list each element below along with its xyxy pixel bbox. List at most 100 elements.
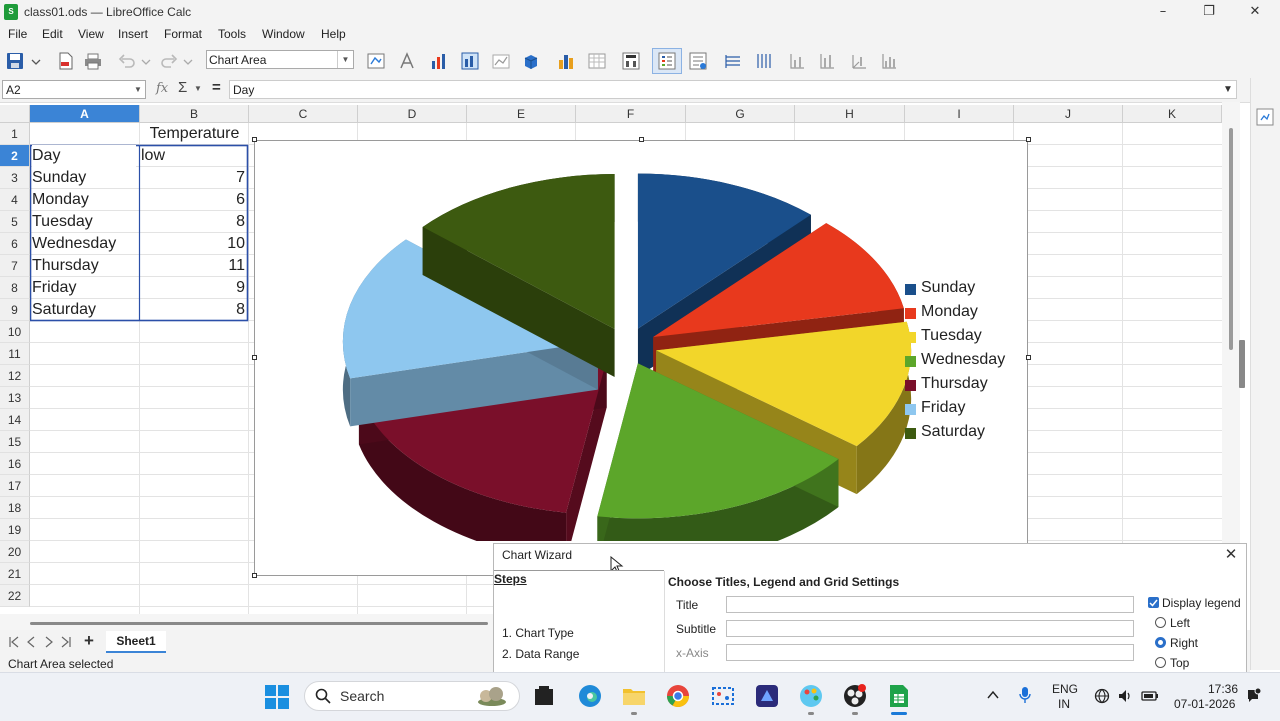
undo-dropdown-icon[interactable] [140,52,152,70]
horizontal-grids-icon[interactable] [724,52,742,70]
row-header[interactable]: 3 [0,167,30,189]
x-axis-input[interactable] [726,644,1134,661]
table-row[interactable]: Saturday [32,299,136,321]
notification-icon[interactable] [1245,688,1261,704]
microphone-icon[interactable] [1018,686,1032,704]
column-header-k[interactable]: K [1123,105,1222,123]
menu-window[interactable]: Window [262,27,305,41]
formula-input[interactable]: Day [229,80,1237,99]
cell-a2[interactable]: Day [32,145,136,167]
data-table-icon[interactable] [588,52,606,70]
task-view-icon[interactable] [531,683,557,709]
chevron-down-icon[interactable]: ▼ [194,84,202,93]
redo-dropdown-icon[interactable] [182,52,194,70]
row-header[interactable]: 1 [0,123,30,145]
legend-right-radio[interactable] [1155,637,1166,648]
windows-start-icon[interactable] [264,684,290,710]
row-header[interactable]: 16 [0,453,30,475]
row-header[interactable]: 8 [0,277,30,299]
row-header[interactable]: 22 [0,585,30,607]
sheet-nav-icons[interactable] [8,636,78,648]
column-header-i[interactable]: I [905,105,1014,123]
row-header[interactable]: 10 [0,321,30,343]
table-row[interactable]: Friday [32,277,136,299]
file-explorer-icon[interactable] [621,683,647,709]
titles-icon[interactable] [622,52,640,70]
column-header-j[interactable]: J [1014,105,1123,123]
function-wizard-icon[interactable]: fx [156,81,168,96]
column-header-e[interactable]: E [467,105,576,123]
chart-area-icon[interactable] [492,52,510,70]
row-header[interactable]: 7 [0,255,30,277]
expand-formula-icon[interactable]: ▼ [1223,84,1233,95]
selection-handle[interactable] [252,355,257,360]
table-row[interactable]: 9 [141,277,245,299]
table-row[interactable]: 7 [141,167,245,189]
column-header-b[interactable]: B [140,105,249,123]
selection-handle[interactable] [1026,355,1031,360]
language-indicator[interactable]: ENG [1052,682,1078,696]
vertical-grids-icon[interactable] [755,52,773,70]
sidebar-collapse-handle[interactable] [1239,340,1245,388]
redo-icon[interactable] [160,52,178,70]
minimize-button[interactable]: – [1140,0,1186,24]
battery-icon[interactable] [1141,688,1159,704]
table-row[interactable]: 8 [141,299,245,321]
chart-element-select[interactable]: Chart Area ▼ [206,50,354,69]
table-row[interactable]: Thursday [32,255,136,277]
language-region[interactable]: IN [1058,697,1070,711]
snipping-tool-icon[interactable] [710,683,736,709]
paint-icon[interactable] [798,683,824,709]
subtitle-input[interactable] [726,620,1134,637]
step-data-range[interactable]: 2. Data Range [502,647,579,661]
chrome-icon[interactable] [665,683,691,709]
all-axes-icon[interactable] [880,52,898,70]
title-input[interactable] [726,596,1134,613]
row-header[interactable]: 14 [0,409,30,431]
row-header[interactable]: 13 [0,387,30,409]
row-header[interactable]: 19 [0,519,30,541]
row-header[interactable]: 9 [0,299,30,321]
table-row[interactable]: Sunday [32,167,136,189]
volume-icon[interactable] [1117,688,1133,704]
sum-icon[interactable]: Σ [178,79,187,96]
chart-area[interactable]: Sunday Monday Tuesday Wednesday Thursday Frid… [254,140,1028,576]
legend-format-icon[interactable] [689,52,707,70]
obs-icon[interactable] [842,683,868,709]
menu-help[interactable]: Help [321,27,346,41]
menu-format[interactable]: Format [164,27,202,41]
row-header[interactable]: 20 [0,541,30,563]
chart-type-icon[interactable] [430,52,448,70]
column-header-h[interactable]: H [795,105,905,123]
app-icon[interactable] [754,683,780,709]
network-icon[interactable] [1094,688,1110,704]
3d-view-icon[interactable] [522,52,540,70]
row-header[interactable]: 18 [0,497,30,519]
select-all-corner[interactable] [0,105,30,123]
properties-icon[interactable] [1256,108,1274,126]
step-chart-type[interactable]: 1. Chart Type [502,626,574,640]
maximize-button[interactable]: ❐ [1186,0,1232,24]
display-legend-checkbox[interactable] [1148,597,1159,608]
chart-legend[interactable]: Sunday Monday Tuesday Wednesday Thursday Frid… [905,279,1025,440]
libreoffice-calc-icon[interactable] [886,683,912,709]
sheet-tab-sheet1[interactable]: Sheet1 [106,631,166,653]
column-header-c[interactable]: C [249,105,358,123]
cell-b2[interactable]: low [141,145,245,167]
close-window-button[interactable]: ✕ [1232,0,1278,24]
cell-b1[interactable]: Temperature [140,123,249,145]
row-header[interactable]: 6 [0,233,30,255]
add-sheet-button[interactable]: + [84,631,94,651]
table-row[interactable]: 11 [141,255,245,277]
menu-view[interactable]: View [78,27,104,41]
menu-insert[interactable]: Insert [118,27,148,41]
menu-file[interactable]: File [8,27,27,41]
data-ranges-icon[interactable] [557,52,575,70]
column-header-f[interactable]: F [576,105,686,123]
y-axis-icon[interactable] [818,52,836,70]
print-icon[interactable] [84,52,102,70]
table-row[interactable]: Monday [32,189,136,211]
selection-handle[interactable] [252,137,257,142]
menu-tools[interactable]: Tools [218,27,246,41]
z-axis-icon[interactable] [850,52,868,70]
